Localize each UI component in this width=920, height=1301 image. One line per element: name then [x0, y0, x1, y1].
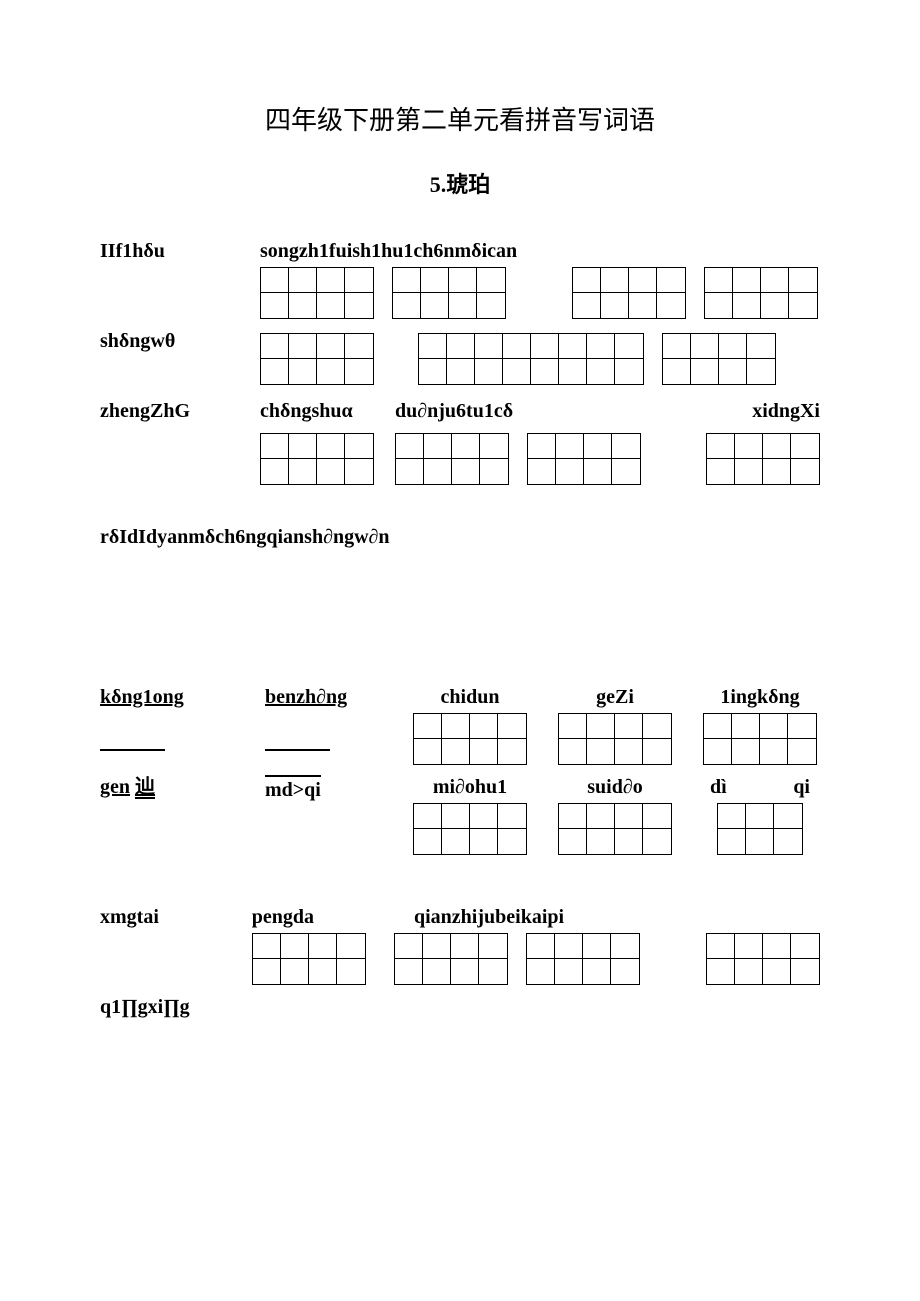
answer-grid[interactable] [260, 333, 374, 385]
answer-grid[interactable] [413, 803, 527, 855]
label-r5-c4: geZi [596, 685, 634, 709]
label-r7-c2: pengda [252, 905, 314, 929]
answer-grid[interactable] [394, 933, 508, 985]
row-2: shδngwθ [100, 329, 820, 389]
answer-grid[interactable] [413, 713, 527, 765]
label-r5-c5: 1ingkδng [720, 685, 799, 709]
label-r6-c5b: qi [793, 775, 810, 799]
row-3: zhengZhG chδngshuα du∂nju6tu1cδ xidngXi [100, 399, 820, 485]
label-r3-left: zhengZhG [100, 399, 190, 423]
answer-grid[interactable] [706, 433, 820, 485]
rule-icon [100, 749, 165, 751]
page-subtitle: 5.琥珀 [100, 167, 820, 199]
label-r6-c1: gen 辿 [100, 775, 155, 799]
answer-grid[interactable] [260, 267, 374, 319]
label-r3-mid1: chδngshuα [260, 399, 353, 423]
label-r6-c4: suid∂o [587, 775, 642, 799]
label-r5-c2: benzh∂ng [265, 685, 347, 709]
label-r1-right: songzh1fuish1hu1ch6nmδican [260, 239, 517, 263]
page-title: 四年级下册第二单元看拼音写词语 [100, 100, 820, 137]
row-6: gen 辿 md>qi mi∂ohu1 suid∂o dì qi [100, 775, 820, 855]
answer-grid[interactable] [704, 267, 818, 319]
answer-grid[interactable] [572, 267, 686, 319]
label-r5-c1: kδng1ong [100, 685, 184, 709]
answer-grid[interactable] [662, 333, 776, 385]
answer-grid[interactable] [395, 433, 509, 485]
label-r3-mid2: du∂nju6tu1cδ [395, 399, 513, 423]
label-r6-c3: mi∂ohu1 [433, 775, 507, 799]
row-5: kδng1ong benzh∂ng chidun geZi 1ingkδng [100, 685, 820, 765]
answer-grid[interactable] [418, 333, 644, 385]
answer-grid[interactable] [392, 267, 506, 319]
row-7: xmgtai pengda qianzhijubeikaipi [100, 905, 820, 985]
label-r1-left: IIf1hδu [100, 239, 165, 263]
answer-grid[interactable] [527, 433, 641, 485]
label-r7-c1: xmgtai [100, 905, 159, 929]
label-r6-c2: md>qi [265, 775, 321, 802]
label-r4: rδIdIdyanmδch6ngqiansh∂ngw∂n [100, 525, 390, 549]
label-r5-c3: chidun [441, 685, 500, 709]
row-4: rδIdIdyanmδch6ngqiansh∂ngw∂n [100, 525, 820, 585]
answer-grid[interactable] [558, 803, 672, 855]
rule-icon [265, 749, 330, 751]
row-8: q1∏gxi∏g [100, 995, 820, 1055]
answer-grid[interactable] [252, 933, 366, 985]
answer-grid[interactable] [558, 713, 672, 765]
label-r2-left: shδngwθ [100, 329, 175, 353]
answer-grid[interactable] [703, 713, 817, 765]
answer-grid[interactable] [717, 803, 803, 855]
row-1: IIf1hδu songzh1fuish1hu1ch6nmδican [100, 239, 820, 319]
answer-grid[interactable] [706, 933, 820, 985]
answer-grid[interactable] [526, 933, 640, 985]
label-r8: q1∏gxi∏g [100, 995, 190, 1019]
label-r3-right: xidngXi [752, 399, 820, 423]
label-r6-c5a: dì [710, 775, 727, 799]
label-r7-c3: qianzhijubeikaipi [394, 905, 564, 929]
answer-grid[interactable] [260, 433, 374, 485]
